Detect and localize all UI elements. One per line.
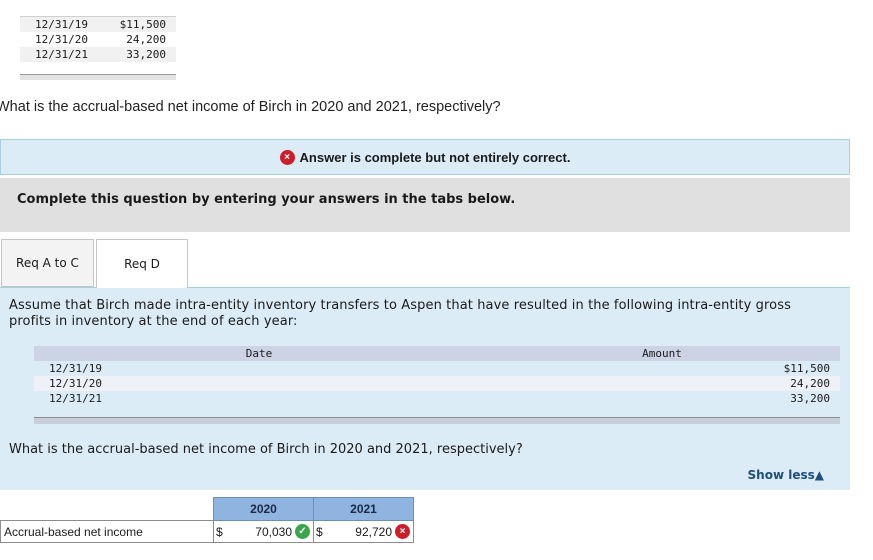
- row-date: 12/31/20: [49, 377, 102, 390]
- incorrect-icon: ×: [279, 149, 295, 165]
- currency-symbol: $: [212, 520, 224, 543]
- blank-header: [1, 498, 214, 521]
- row-amount: 24,200: [790, 377, 830, 390]
- row-label: Accrual-based net income: [0, 520, 214, 543]
- answer-row: Accrual-based net income $ 70,030 ✓ $ 92…: [0, 520, 414, 543]
- tab-panel: Assume that Birch made intra-entity inve…: [0, 287, 850, 490]
- table-row: 12/31/21 33,200: [34, 391, 840, 406]
- banner-text: Answer is complete but not entirely corr…: [299, 149, 571, 165]
- row-amount: $11,500: [783, 362, 830, 375]
- header-2020: 2020: [213, 497, 314, 521]
- intra-entity-profit-table: Date Amount 12/31/19 $11,500 12/31/20 24…: [34, 346, 840, 424]
- table-row: 12/31/19 $11,500: [20, 17, 176, 32]
- table-header: Date Amount: [34, 346, 840, 361]
- row-date: 12/31/21: [49, 392, 102, 405]
- input-2020-value[interactable]: 70,030: [255, 525, 292, 539]
- row-date: 12/31/20: [35, 33, 88, 46]
- result-banner: × Answer is complete but not entirely co…: [0, 139, 850, 175]
- tab-req-a-to-c[interactable]: Req A to C: [1, 239, 94, 287]
- table-row: 12/31/20 24,200: [34, 376, 840, 391]
- table-body: 12/31/19 $11,500 12/31/20 24,200 12/31/2…: [34, 361, 840, 406]
- row-value: $11,500: [119, 18, 166, 31]
- table-scrollbar[interactable]: [20, 74, 176, 80]
- tab-bar: Req A to C Req D: [1, 239, 188, 288]
- row-date: 12/31/21: [35, 48, 88, 61]
- instruction-text: Complete this question by entering your …: [17, 192, 516, 207]
- show-less-link[interactable]: Show less▲: [748, 468, 824, 482]
- answer-table: 2020 2021 Accrual-based net income $ 70,…: [0, 497, 414, 543]
- row-value: 33,200: [126, 48, 166, 61]
- input-2020-cell[interactable]: 70,030 ✓: [223, 520, 314, 543]
- table-row: 12/31/21 33,200: [20, 47, 176, 62]
- row-date: 12/31/19: [49, 362, 102, 375]
- currency-symbol: $: [312, 520, 324, 543]
- top-data-table: 12/31/19 $11,500 12/31/20 24,200 12/31/2…: [20, 16, 176, 80]
- row-amount: 33,200: [790, 392, 830, 405]
- panel-question: What is the accrual-based net income of …: [9, 442, 523, 457]
- table-row: 12/31/19 $11,500: [34, 361, 840, 376]
- row-date: 12/31/19: [35, 18, 88, 31]
- row-value: 24,200: [126, 33, 166, 46]
- table-row: 12/31/20 24,200: [20, 32, 176, 47]
- panel-description: Assume that Birch made intra-entity inve…: [9, 298, 791, 329]
- correct-check-icon: ✓: [295, 524, 310, 539]
- incorrect-x-icon: ×: [395, 524, 410, 539]
- input-2021-cell[interactable]: 92,720 ×: [323, 520, 414, 543]
- header-amount: Amount: [642, 347, 682, 360]
- table-scrollbar[interactable]: [34, 417, 840, 424]
- answer-header-row: 2020 2021: [1, 497, 414, 521]
- input-2021-value[interactable]: 92,720: [355, 525, 392, 539]
- header-2021: 2021: [313, 497, 414, 521]
- top-table-rows: 12/31/19 $11,500 12/31/20 24,200 12/31/2…: [20, 17, 176, 62]
- header-date: Date: [245, 347, 273, 360]
- tab-req-d[interactable]: Req D: [96, 239, 188, 288]
- instruction-box: Complete this question by entering your …: [0, 178, 850, 232]
- question-text: What is the accrual-based net income of …: [0, 99, 501, 115]
